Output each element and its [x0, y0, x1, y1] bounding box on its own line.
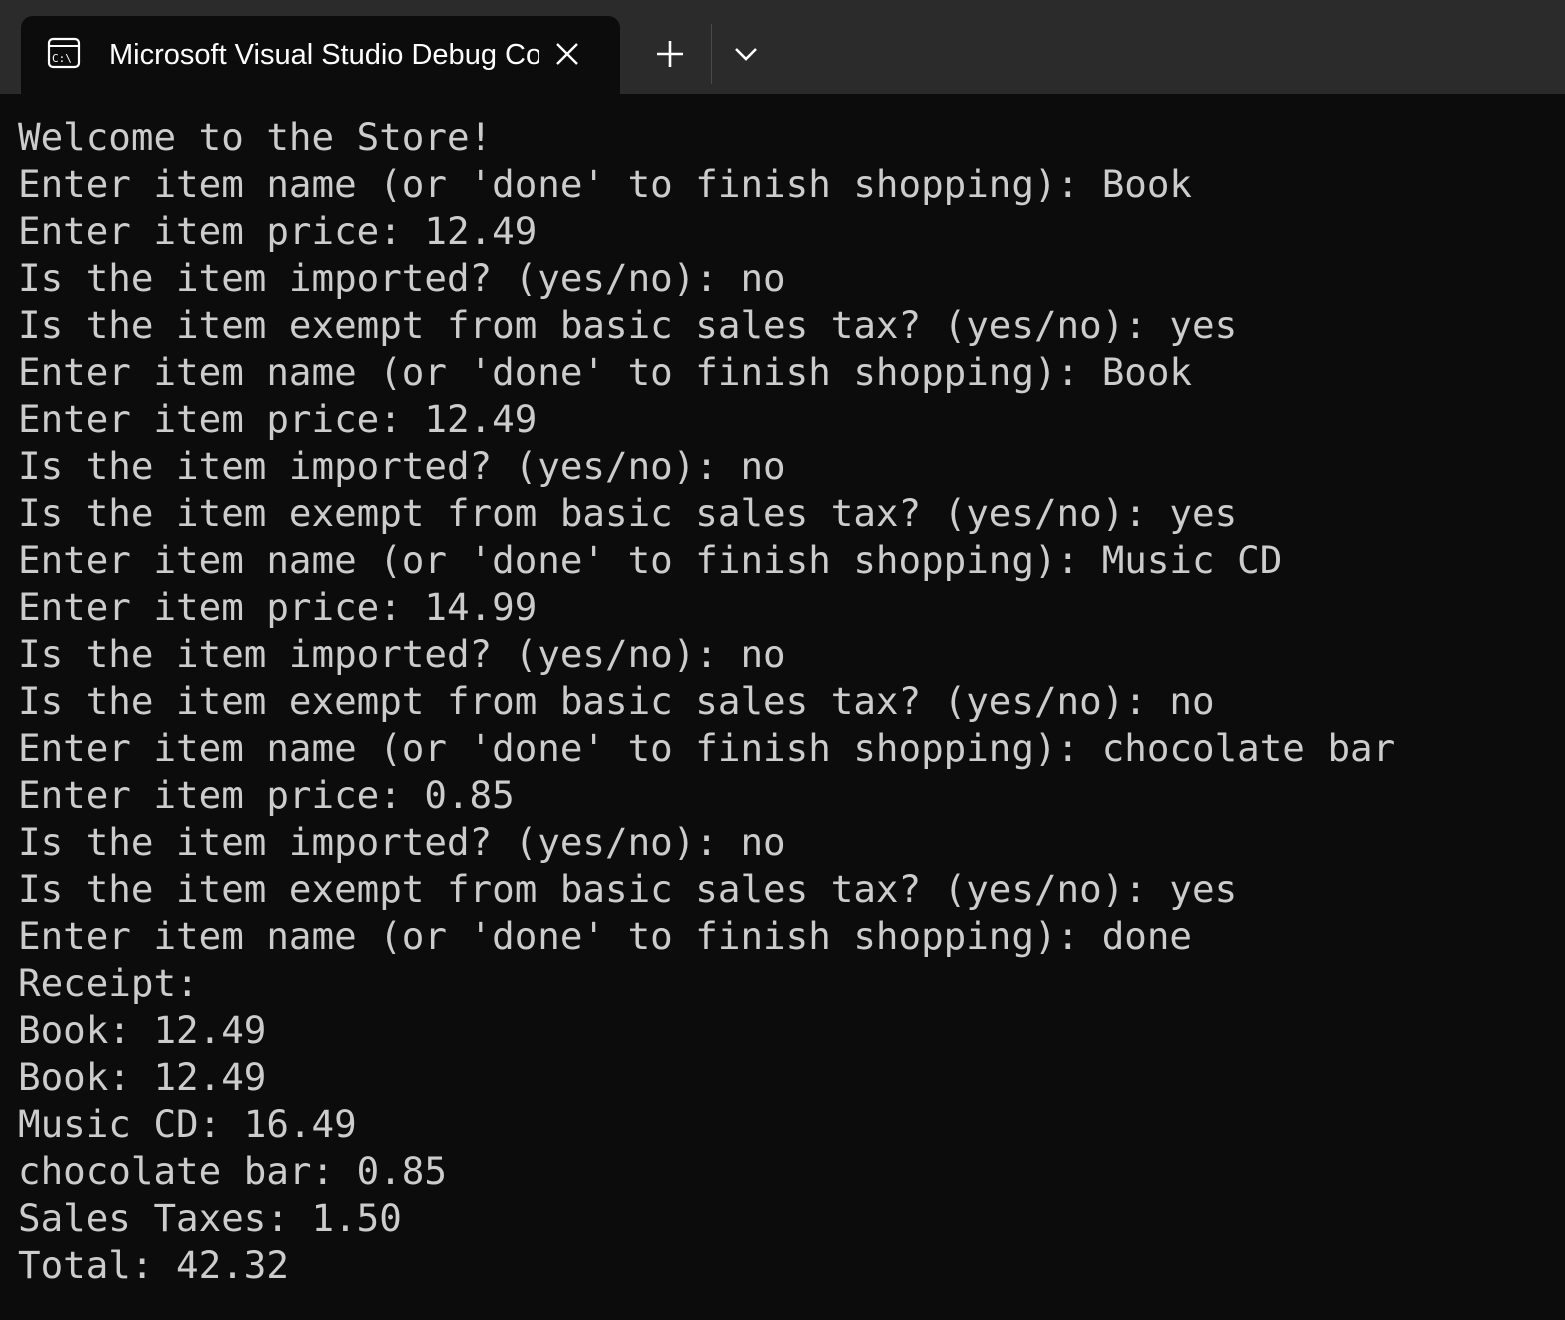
console-line: chocolate bar: 0.85: [18, 1149, 447, 1193]
console-line: Music CD: 16.49: [18, 1102, 357, 1146]
console-line: Enter item name (or 'done' to finish sho…: [18, 538, 1283, 582]
console-line: Enter item price: 0.85: [18, 773, 515, 817]
console-line: Is the item exempt from basic sales tax?…: [18, 867, 1238, 911]
console-line: Enter item price: 14.99: [18, 585, 538, 629]
console-line: Receipt:: [18, 961, 199, 1005]
console-icon: C:\: [47, 37, 81, 69]
console-line: Is the item exempt from basic sales tax?…: [18, 491, 1238, 535]
console-line: Enter item name (or 'done' to finish sho…: [18, 350, 1192, 394]
console-line: Enter item price: 12.49: [18, 397, 538, 441]
console-line: Sales Taxes: 1.50: [18, 1196, 402, 1240]
console-line: Enter item name (or 'done' to finish sho…: [18, 726, 1396, 770]
plus-icon[interactable]: [648, 34, 692, 74]
console-line: Is the item imported? (yes/no): no: [18, 444, 786, 488]
console-line: Enter item name (or 'done' to finish sho…: [18, 162, 1192, 206]
console-line: Is the item imported? (yes/no): no: [18, 820, 786, 864]
console-line: Book: 12.49: [18, 1055, 267, 1099]
console-line: Welcome to the Store!: [18, 115, 493, 159]
console-line: Is the item exempt from basic sales tax?…: [18, 303, 1238, 347]
title-bar: C:\ Microsoft Visual Studio Debug Consol…: [0, 0, 1565, 94]
console-output[interactable]: Welcome to the Store! Enter item name (or…: [18, 114, 1548, 1289]
console-line: Total: 42.32: [18, 1243, 289, 1287]
tab-title: Microsoft Visual Studio Debug Console: [109, 39, 539, 71]
terminal-window: C:\ Microsoft Visual Studio Debug Consol…: [0, 0, 1565, 1320]
console-line: Book: 12.49: [18, 1008, 267, 1052]
console-line: Is the item imported? (yes/no): no: [18, 256, 786, 300]
tab-debug-console[interactable]: C:\ Microsoft Visual Studio Debug Consol…: [21, 16, 620, 94]
console-line: Is the item imported? (yes/no): no: [18, 632, 786, 676]
console-line: Is the item exempt from basic sales tax?…: [18, 679, 1215, 723]
svg-text:C:\: C:\: [52, 52, 72, 65]
console-line: Enter item price: 12.49: [18, 209, 538, 253]
console-line: Enter item name (or 'done' to finish sho…: [18, 914, 1192, 958]
chevron-down-icon[interactable]: [726, 34, 766, 74]
tab-divider: [711, 24, 712, 84]
close-icon[interactable]: [551, 38, 583, 70]
